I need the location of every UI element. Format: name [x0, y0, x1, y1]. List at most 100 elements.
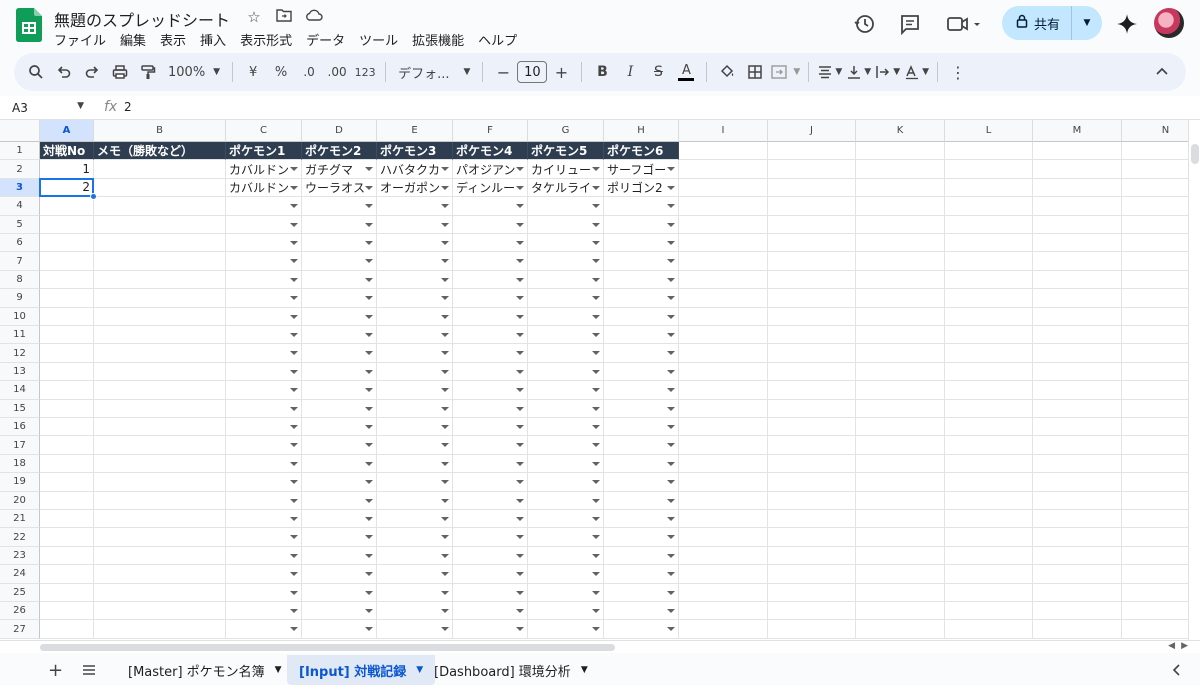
cell[interactable]: [40, 270, 94, 290]
cell[interactable]: [856, 399, 945, 418]
cell[interactable]: [377, 234, 453, 253]
cell[interactable]: [377, 381, 453, 400]
dropdown-chip-icon[interactable]: [667, 425, 675, 429]
cell[interactable]: [94, 178, 226, 198]
dropdown-chip-icon[interactable]: [365, 277, 373, 282]
dropdown-chip-icon[interactable]: [365, 222, 373, 227]
cell[interactable]: [1033, 252, 1122, 271]
dropdown-chip-icon[interactable]: [592, 425, 600, 429]
menu-view[interactable]: 表示: [160, 30, 193, 49]
cell[interactable]: [453, 454, 528, 474]
cell[interactable]: [1122, 436, 1188, 455]
dropdown-chip-icon[interactable]: [516, 498, 524, 503]
dropdown-chip-icon[interactable]: [441, 167, 449, 172]
cell[interactable]: [226, 454, 302, 474]
cell[interactable]: [94, 234, 226, 253]
cell[interactable]: [528, 454, 604, 474]
header-cell[interactable]: ポケモン6: [604, 142, 679, 161]
dropdown-chip-icon[interactable]: [592, 461, 600, 466]
cell[interactable]: [40, 307, 94, 326]
dropdown-chip-icon[interactable]: [667, 185, 675, 190]
cell[interactable]: [377, 620, 453, 639]
cell[interactable]: [94, 362, 226, 382]
row-header-22[interactable]: 22: [0, 528, 40, 547]
cell[interactable]: [302, 454, 377, 474]
cell[interactable]: [226, 620, 302, 639]
cell[interactable]: [377, 215, 453, 234]
cell[interactable]: [377, 399, 453, 418]
cell[interactable]: [768, 178, 856, 198]
column-header-i[interactable]: I: [679, 120, 768, 142]
cell[interactable]: [768, 326, 856, 345]
cell[interactable]: [528, 418, 604, 437]
cell[interactable]: [1033, 178, 1122, 198]
dropdown-chip-icon[interactable]: [365, 388, 373, 393]
cell[interactable]: [1122, 344, 1188, 363]
cell[interactable]: [94, 160, 226, 179]
cell[interactable]: [604, 436, 679, 455]
dropdown-chip-icon[interactable]: [365, 498, 373, 503]
cell[interactable]: [302, 602, 377, 621]
cell[interactable]: [377, 473, 453, 492]
dropdown-chip-icon[interactable]: [365, 369, 373, 374]
cell[interactable]: [604, 270, 679, 290]
cell[interactable]: [604, 362, 679, 382]
dropdown-chip-icon[interactable]: [290, 572, 298, 577]
header-cell[interactable]: 対戦No: [40, 142, 94, 161]
cell[interactable]: [302, 583, 377, 602]
dropdown-chip-icon[interactable]: [290, 498, 298, 503]
column-header-g[interactable]: G: [528, 120, 604, 142]
dropdown-chip-icon[interactable]: [441, 480, 449, 485]
dropdown-chip-icon[interactable]: [667, 590, 675, 595]
version-history-icon[interactable]: [854, 8, 876, 40]
cell[interactable]: [768, 510, 856, 529]
cell[interactable]: [856, 565, 945, 584]
cell[interactable]: [302, 270, 377, 290]
cell[interactable]: [453, 326, 528, 345]
cell[interactable]: [768, 602, 856, 621]
borders-icon[interactable]: [741, 58, 769, 86]
cell[interactable]: [453, 473, 528, 492]
dropdown-chip-icon[interactable]: [365, 461, 373, 466]
cell[interactable]: [1122, 234, 1188, 253]
dropdown-chip-icon[interactable]: [592, 535, 600, 540]
cell[interactable]: [94, 491, 226, 510]
cell[interactable]: [945, 160, 1033, 179]
sheet-tab-master[interactable]: [Master] ポケモン名簿 ▼: [116, 655, 294, 685]
cell[interactable]: [226, 234, 302, 253]
dropdown-chip-icon[interactable]: [667, 535, 675, 540]
cell[interactable]: [679, 197, 768, 216]
cell[interactable]: [302, 252, 377, 271]
cell[interactable]: [528, 546, 604, 566]
percent-format-button[interactable]: %: [267, 58, 295, 86]
cell[interactable]: [453, 344, 528, 363]
dropdown-chip-icon[interactable]: [592, 627, 600, 632]
dropdown-chip-icon[interactable]: [667, 443, 675, 448]
paint-format-icon[interactable]: [134, 58, 162, 86]
cell[interactable]: [302, 436, 377, 455]
header-cell[interactable]: ポケモン3: [377, 142, 453, 161]
dropdown-chip-icon[interactable]: [365, 609, 373, 613]
dropdown-chip-icon[interactable]: [365, 333, 373, 337]
dropdown-chip-icon[interactable]: [441, 609, 449, 613]
cell[interactable]: [768, 307, 856, 326]
dropdown-chip-icon[interactable]: [592, 351, 600, 356]
cell[interactable]: [604, 602, 679, 621]
cell[interactable]: [768, 565, 856, 584]
cell[interactable]: [945, 381, 1033, 400]
cell[interactable]: [302, 234, 377, 253]
dropdown-chip-icon[interactable]: [592, 609, 600, 613]
cell[interactable]: [302, 381, 377, 400]
column-header-n[interactable]: N: [1122, 120, 1188, 142]
cell[interactable]: [226, 307, 302, 326]
cell[interactable]: [945, 178, 1033, 198]
cell[interactable]: [302, 399, 377, 418]
cell[interactable]: [226, 399, 302, 418]
dropdown-chip-icon[interactable]: [667, 553, 675, 558]
dropdown-chip-icon[interactable]: [365, 204, 373, 209]
cell[interactable]: [1122, 455, 1188, 474]
cell[interactable]: [945, 234, 1033, 253]
menu-extensions[interactable]: 拡張機能: [412, 30, 471, 49]
cell[interactable]: [1033, 454, 1122, 474]
dropdown-chip-icon[interactable]: [290, 222, 298, 227]
